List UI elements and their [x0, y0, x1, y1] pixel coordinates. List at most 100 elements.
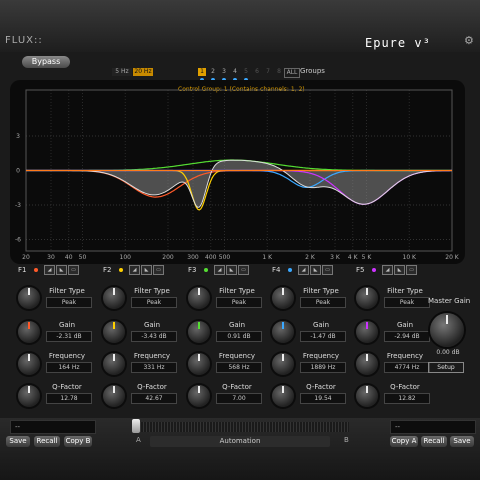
- band-on-button[interactable]: ▭: [153, 265, 164, 275]
- band-shape-button[interactable]: ◣: [310, 265, 321, 275]
- morph-slider-handle[interactable]: [132, 419, 140, 433]
- q-factor-knob[interactable]: [188, 385, 210, 407]
- x-tick-label: 40: [65, 254, 73, 261]
- q-factor-value[interactable]: 19.54: [300, 393, 346, 404]
- morph-slider-track[interactable]: [137, 422, 349, 432]
- filter-type-knob[interactable]: [18, 287, 40, 309]
- filter-type-label: Filter Type: [49, 287, 85, 295]
- frequency-value[interactable]: 568 Hz: [216, 362, 262, 373]
- q-factor-value[interactable]: 12.78: [46, 393, 92, 404]
- knob-indicator: [198, 386, 200, 393]
- morph-b-label: B: [344, 436, 349, 444]
- band-solo-button[interactable]: ◢: [298, 265, 309, 275]
- frequency-knob[interactable]: [356, 353, 378, 375]
- band-on-button[interactable]: ▭: [68, 265, 79, 275]
- knob-indicator: [113, 386, 115, 393]
- band-on-button[interactable]: ▭: [406, 265, 417, 275]
- save-a-button[interactable]: Save: [6, 436, 30, 447]
- automation-button[interactable]: Automation: [150, 436, 330, 447]
- filter-type-knob[interactable]: [103, 287, 125, 309]
- band-on-button[interactable]: ▭: [238, 265, 249, 275]
- frequency-label: Frequency: [133, 352, 171, 360]
- q-factor-knob[interactable]: [272, 385, 294, 407]
- frequency-value[interactable]: 4774 Hz: [384, 362, 430, 373]
- band-3-panel: F3 ◢ ◣ ▭ Filter Type Peak Gain 0.91 dB F…: [184, 265, 266, 417]
- filter-type-value[interactable]: Peak: [384, 297, 430, 308]
- band-solo-button[interactable]: ◢: [129, 265, 140, 275]
- band-solo-button[interactable]: ◢: [44, 265, 55, 275]
- gain-value[interactable]: 0.91 dB: [216, 331, 262, 342]
- frequency-value[interactable]: 331 Hz: [131, 362, 177, 373]
- filter-type-value[interactable]: Peak: [300, 297, 346, 308]
- q-factor-knob[interactable]: [103, 385, 125, 407]
- filter-type-knob[interactable]: [188, 287, 210, 309]
- band-solo-button[interactable]: ◢: [382, 265, 393, 275]
- q-factor-value[interactable]: 12.82: [384, 393, 430, 404]
- preset-selector-a[interactable]: --: [10, 420, 96, 434]
- knob-indicator: [366, 322, 368, 329]
- band-shape-button[interactable]: ◣: [56, 265, 67, 275]
- x-tick-label: 2 K: [305, 254, 316, 261]
- q-factor-value[interactable]: 7.00: [216, 393, 262, 404]
- gain-value[interactable]: -1.47 dB: [300, 331, 346, 342]
- filter-type-value[interactable]: Peak: [216, 297, 262, 308]
- knob-indicator: [366, 288, 368, 295]
- gain-knob[interactable]: [272, 321, 294, 343]
- frequency-value[interactable]: 164 Hz: [46, 362, 92, 373]
- band-solo-button[interactable]: ◢: [214, 265, 225, 275]
- gain-label: Gain: [143, 321, 161, 329]
- filter-type-knob[interactable]: [356, 287, 378, 309]
- filter-type-value[interactable]: Peak: [46, 297, 92, 308]
- band-shape-button[interactable]: ◣: [394, 265, 405, 275]
- save-b-button[interactable]: Save: [450, 436, 474, 447]
- knob-indicator: [113, 288, 115, 295]
- frequency-knob[interactable]: [188, 353, 210, 375]
- frequency-knob[interactable]: [272, 353, 294, 375]
- frequency-knob[interactable]: [18, 353, 40, 375]
- q-factor-knob[interactable]: [356, 385, 378, 407]
- x-tick-label: 50: [79, 254, 87, 261]
- recall-a-button[interactable]: Recall: [34, 436, 60, 447]
- knob-indicator: [282, 322, 284, 329]
- q-factor-value[interactable]: 42.67: [131, 393, 177, 404]
- band-shape-button[interactable]: ◣: [141, 265, 152, 275]
- band-shape-button[interactable]: ◣: [226, 265, 237, 275]
- master-gain-label: Master Gain: [428, 297, 471, 305]
- gain-value[interactable]: -2.31 dB: [46, 331, 92, 342]
- filter-type-label: Filter Type: [134, 287, 170, 295]
- graph-labels: 30-3-620 30 40 50 100 200 300 400 500 1 K2 K3 K4 …: [15, 133, 460, 261]
- gain-label: Gain: [396, 321, 414, 329]
- band-name: F4: [272, 266, 281, 274]
- band-on-button[interactable]: ▭: [322, 265, 333, 275]
- filter-type-knob[interactable]: [272, 287, 294, 309]
- gain-knob[interactable]: [356, 321, 378, 343]
- copy-a-button[interactable]: Copy A: [390, 436, 418, 447]
- master-gain-value[interactable]: 0.00 dB: [426, 348, 470, 357]
- gain-value[interactable]: -3.43 dB: [131, 331, 177, 342]
- x-tick-label: 20 K: [445, 254, 460, 261]
- frequency-knob[interactable]: [103, 353, 125, 375]
- setup-button[interactable]: Setup: [428, 362, 464, 373]
- gain-label: Gain: [312, 321, 330, 329]
- q-factor-knob[interactable]: [18, 385, 40, 407]
- q-factor-label: Q-Factor: [137, 383, 167, 391]
- filter-type-value[interactable]: Peak: [131, 297, 177, 308]
- knob-indicator: [28, 322, 30, 329]
- copy-b-button[interactable]: Copy B: [64, 436, 92, 447]
- preset-selector-b[interactable]: --: [390, 420, 476, 434]
- gain-knob[interactable]: [103, 321, 125, 343]
- filter-type-label: Filter Type: [303, 287, 339, 295]
- x-tick-label: 5 K: [362, 254, 373, 261]
- gain-knob[interactable]: [188, 321, 210, 343]
- knob-indicator: [282, 354, 284, 361]
- frequency-label: Frequency: [302, 352, 340, 360]
- recall-b-button[interactable]: Recall: [421, 436, 447, 447]
- master-gain-knob[interactable]: [430, 313, 464, 347]
- gain-knob[interactable]: [18, 321, 40, 343]
- band-color-dot: [372, 268, 376, 272]
- gain-value[interactable]: -2.94 dB: [384, 331, 430, 342]
- y-tick-label: -3: [15, 202, 21, 209]
- frequency-value[interactable]: 1889 Hz: [300, 362, 346, 373]
- band-5-panel: F5 ◢ ◣ ▭ Filter Type Peak Gain -2.94 dB …: [352, 265, 434, 417]
- band-4-panel: F4 ◢ ◣ ▭ Filter Type Peak Gain -1.47 dB …: [268, 265, 350, 417]
